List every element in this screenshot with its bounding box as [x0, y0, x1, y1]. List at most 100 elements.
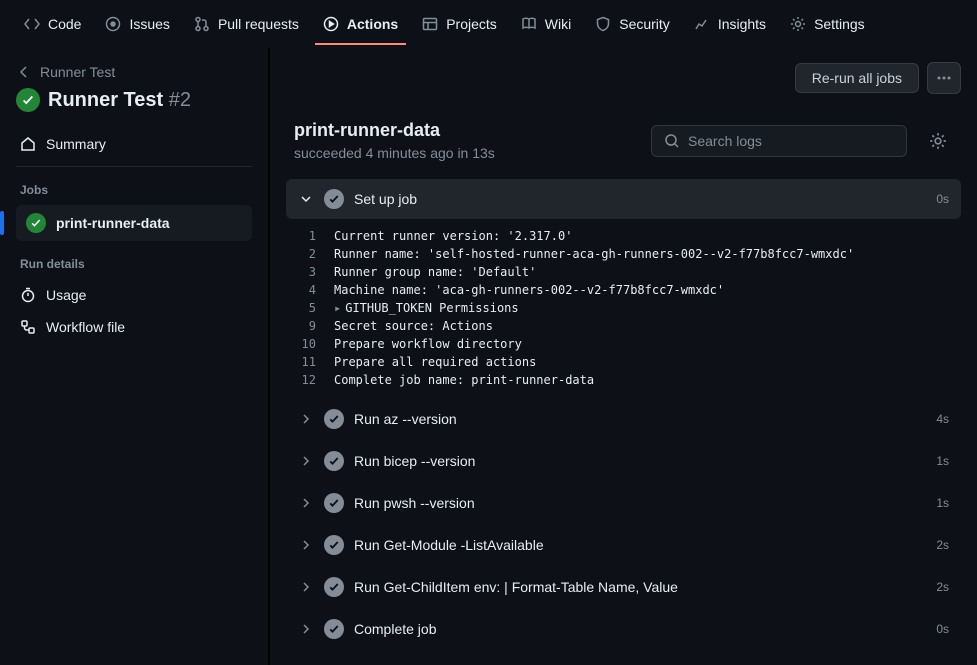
tab-label: Security [619, 16, 670, 32]
success-icon [324, 409, 344, 429]
log-line[interactable]: 4Machine name: 'aca-gh-runners-002--v2-f… [286, 281, 961, 299]
step-item: Run az --version 4s [286, 399, 961, 439]
shield-icon [595, 16, 611, 32]
tab-insights[interactable]: Insights [686, 8, 774, 40]
summary-label: Summary [46, 136, 106, 152]
arrow-left-icon [16, 64, 32, 80]
step-name: Set up job [354, 191, 926, 207]
issue-icon [105, 16, 121, 32]
tab-label: Wiki [545, 16, 571, 32]
run-number: #2 [169, 89, 191, 111]
run-title: Runner Test #2 [16, 88, 252, 112]
step-duration: 0s [936, 622, 949, 636]
log-line[interactable]: 2Runner name: 'self-hosted-runner-aca-gh… [286, 245, 961, 263]
repo-tabs: Code Issues Pull requests Actions Projec… [0, 0, 977, 48]
step-item: Run Get-ChildItem env: | Format-Table Na… [286, 567, 961, 607]
log-line[interactable]: 3Runner group name: 'Default' [286, 263, 961, 281]
logs-settings-button[interactable] [923, 126, 953, 156]
job-name-label: print-runner-data [56, 215, 170, 231]
kebab-menu-button[interactable] [927, 62, 961, 94]
step-header[interactable]: Run Get-ChildItem env: | Format-Table Na… [286, 567, 961, 607]
tab-projects[interactable]: Projects [414, 8, 505, 40]
tab-label: Code [48, 16, 81, 32]
step-duration: 2s [936, 580, 949, 594]
step-item: Complete job 0s [286, 609, 961, 649]
search-logs-input[interactable] [651, 125, 907, 157]
step-name: Run pwsh --version [354, 495, 926, 511]
step-duration: 0s [936, 192, 949, 206]
success-icon [324, 493, 344, 513]
tab-security[interactable]: Security [587, 8, 678, 40]
success-icon [324, 619, 344, 639]
steps-list: Set up job 0s 1Current runner version: '… [270, 179, 977, 665]
usage-link[interactable]: Usage [16, 279, 252, 311]
graph-icon [694, 16, 710, 32]
tab-label: Projects [446, 16, 497, 32]
step-header[interactable]: Complete job 0s [286, 609, 961, 649]
chevron-right-icon [298, 453, 314, 469]
step-item: Run bicep --version 1s [286, 441, 961, 481]
search-icon [664, 133, 680, 149]
log-line[interactable]: 9Secret source: Actions [286, 317, 961, 335]
tab-label: Settings [814, 16, 865, 32]
step-header[interactable]: Run Get-Module -ListAvailable 2s [286, 525, 961, 565]
jobs-heading: Jobs [16, 167, 252, 205]
sidebar: Runner Test Runner Test #2 Summary Jobs … [0, 48, 268, 665]
sidebar-job-item[interactable]: print-runner-data [16, 205, 252, 241]
tab-issues[interactable]: Issues [97, 8, 177, 40]
chevron-right-icon [298, 411, 314, 427]
step-name: Run az --version [354, 411, 926, 427]
step-header[interactable]: Run bicep --version 1s [286, 441, 961, 481]
tab-code[interactable]: Code [16, 8, 89, 40]
summary-link[interactable]: Summary [16, 128, 252, 167]
job-header: print-runner-data succeeded 4 minutes ag… [270, 108, 977, 179]
workflow-file-label: Workflow file [46, 319, 125, 335]
step-item: Run pwsh --version 1s [286, 483, 961, 523]
chevron-right-icon [298, 495, 314, 511]
home-icon [20, 136, 36, 152]
step-header[interactable]: Set up job 0s [286, 179, 961, 219]
step-name: Run Get-Module -ListAvailable [354, 537, 926, 553]
step-name: Run bicep --version [354, 453, 926, 469]
log-line[interactable]: 11Prepare all required actions [286, 353, 961, 371]
job-meta: succeeded 4 minutes ago in 13s [294, 145, 635, 161]
success-icon [26, 213, 46, 233]
chevron-right-icon [298, 579, 314, 595]
step-header[interactable]: Run az --version 4s [286, 399, 961, 439]
step-duration: 1s [936, 496, 949, 510]
tab-settings[interactable]: Settings [782, 8, 873, 40]
tab-label: Issues [129, 16, 169, 32]
stopwatch-icon [20, 287, 36, 303]
chevron-right-icon [298, 537, 314, 553]
step-name: Complete job [354, 621, 926, 637]
rerun-button[interactable]: Re-run all jobs [795, 63, 919, 93]
step-duration: 4s [936, 412, 949, 426]
workflow-name: Runner Test [48, 89, 163, 111]
tab-label: Pull requests [218, 16, 299, 32]
code-icon [24, 16, 40, 32]
success-icon [324, 451, 344, 471]
breadcrumb-back[interactable]: Runner Test [16, 64, 252, 80]
success-icon [324, 535, 344, 555]
tab-pulls[interactable]: Pull requests [186, 8, 307, 40]
log-line[interactable]: 1Current runner version: '2.317.0' [286, 227, 961, 245]
step-header[interactable]: Run pwsh --version 1s [286, 483, 961, 523]
book-icon [521, 16, 537, 32]
log-line[interactable]: 12Complete job name: print-runner-data [286, 371, 961, 389]
workflow-file-link[interactable]: Workflow file [16, 311, 252, 343]
chevron-right-icon [298, 621, 314, 637]
log-line[interactable]: 10Prepare workflow directory [286, 335, 961, 353]
usage-label: Usage [46, 287, 86, 303]
log-output: 1Current runner version: '2.317.0' 2Runn… [286, 219, 961, 397]
chevron-down-icon [298, 191, 314, 207]
tab-label: Actions [347, 16, 398, 32]
caret-right-icon: ▸ [334, 301, 341, 315]
success-icon [16, 88, 40, 112]
pull-request-icon [194, 16, 210, 32]
step-duration: 2s [936, 538, 949, 552]
tab-wiki[interactable]: Wiki [513, 8, 579, 40]
log-line[interactable]: 5▸GITHUB_TOKEN Permissions [286, 299, 961, 317]
main-content: Re-run all jobs print-runner-data succee… [268, 48, 977, 665]
step-item: Run Get-Module -ListAvailable 2s [286, 525, 961, 565]
tab-actions[interactable]: Actions [315, 8, 406, 40]
